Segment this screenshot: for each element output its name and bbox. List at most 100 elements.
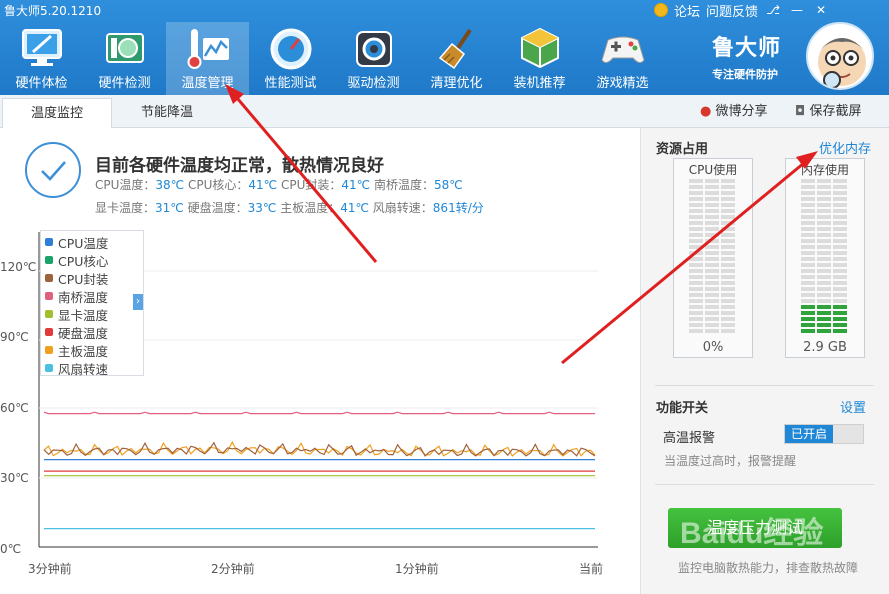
- cpu-package-value: 41℃: [341, 178, 371, 192]
- meter-segment: [689, 323, 703, 327]
- cpu-core-value: 41℃: [248, 178, 278, 192]
- legend-swatch: [45, 328, 53, 336]
- meter-segment: [705, 323, 719, 327]
- nav-performance[interactable]: 性能测试: [249, 22, 332, 95]
- legend-item[interactable]: 主板温度: [45, 341, 139, 359]
- cpu-core-label: CPU核心：: [187, 178, 249, 192]
- meter-segment: [833, 323, 847, 327]
- stress-test-desc: 监控电脑散热能力，排查散热故障: [678, 561, 859, 575]
- nav-cleanup[interactable]: 清理优化: [415, 22, 498, 95]
- nav-build-recommend[interactable]: 装机推荐: [498, 22, 581, 95]
- meter-segment: [689, 203, 703, 207]
- cpu-temp-label: CPU温度：: [95, 178, 156, 192]
- meter-segment: [817, 323, 831, 327]
- legend-swatch: [45, 238, 53, 246]
- legend-item[interactable]: CPU温度: [45, 233, 139, 251]
- nav-label: 驱动检测: [347, 76, 400, 91]
- top-bar: 鲁大师5.20.1210 论坛 问题反馈 ⎇ — ✕ 硬件体检 硬件检测 温度管…: [0, 0, 889, 95]
- minimize-button[interactable]: —: [788, 3, 806, 17]
- legend-item[interactable]: 显卡温度: [45, 305, 139, 323]
- series-line: [43, 440, 596, 457]
- meter-segment: [817, 179, 831, 183]
- meter-segment: [833, 239, 847, 243]
- meter-segment: [705, 257, 719, 261]
- meter-segment: [833, 197, 847, 201]
- nav-games[interactable]: 游戏精选: [581, 22, 664, 95]
- avatar[interactable]: [806, 22, 874, 90]
- meter-segment: [721, 299, 735, 303]
- legend-item[interactable]: 硬盘温度: [45, 323, 139, 341]
- board-temp-value: 41℃: [340, 201, 369, 215]
- temps-line-1: CPU温度：38℃ CPU核心：41℃ CPU封装：41℃ 南桥温度：58℃: [95, 176, 463, 193]
- feedback-link[interactable]: 问题反馈: [706, 1, 758, 20]
- meter-segment: [801, 263, 815, 267]
- nav-hardware-checkup[interactable]: 硬件体检: [0, 22, 83, 95]
- meter-segment: [817, 209, 831, 213]
- meter-segment: [833, 251, 847, 255]
- meter-segment: [689, 287, 703, 291]
- legend-item[interactable]: CPU核心: [45, 251, 139, 269]
- gear-chip-icon: [351, 26, 397, 70]
- nav-hardware-detect[interactable]: 硬件检测: [83, 22, 166, 95]
- nav-label: 硬件检测: [98, 76, 151, 91]
- meter-segment: [721, 323, 735, 327]
- save-screenshot-label: 保存截屏: [809, 104, 862, 119]
- meter-segment: [833, 227, 847, 231]
- meter-segment: [721, 239, 735, 243]
- meter-segment: [833, 233, 847, 237]
- tab-energy-saving[interactable]: 节能降温: [112, 98, 222, 128]
- check-icon: [25, 142, 81, 198]
- meter-segment: [721, 305, 735, 309]
- legend-item[interactable]: CPU封装: [45, 269, 139, 287]
- meter-segment: [689, 221, 703, 225]
- skin-button[interactable]: ⎇: [764, 3, 782, 17]
- legend-collapse-button[interactable]: ›: [133, 294, 143, 310]
- close-button[interactable]: ✕: [812, 3, 830, 17]
- meter-segment: [721, 329, 735, 333]
- meter-segment: [721, 275, 735, 279]
- forum-link[interactable]: 论坛: [674, 1, 700, 20]
- meter-segment: [801, 281, 815, 285]
- save-screenshot[interactable]: ◘ 保存截屏: [795, 95, 861, 128]
- high-temp-alarm-toggle[interactable]: 已开启: [784, 424, 864, 444]
- meter-segment: [833, 281, 847, 285]
- coin-icon[interactable]: [654, 3, 668, 17]
- meter-segment: [721, 185, 735, 189]
- meter-segment: [817, 329, 831, 333]
- nav-label: 装机推荐: [513, 76, 566, 91]
- settings-link[interactable]: 设置: [840, 397, 866, 416]
- legend-swatch: [45, 274, 53, 282]
- nav-driver[interactable]: 驱动检测: [332, 22, 415, 95]
- stress-test-button[interactable]: 温度压力测试: [668, 508, 842, 548]
- meter-segment: [817, 281, 831, 285]
- meter-segment: [801, 275, 815, 279]
- meter-segment: [721, 179, 735, 183]
- legend-item[interactable]: 南桥温度: [45, 287, 139, 305]
- cpu-temp-value: 38℃: [155, 178, 185, 192]
- cpu-usage-meter: CPU使用 0%: [673, 158, 753, 358]
- meter-segment: [689, 305, 703, 309]
- meter-segment: [705, 197, 719, 201]
- meter-segment: [721, 233, 735, 237]
- legend-label: 硬盘温度: [58, 325, 109, 341]
- legend-item[interactable]: 风扇转速: [45, 359, 139, 377]
- meter-segment: [689, 251, 703, 255]
- disk-temp-label: 硬盘温度：: [187, 201, 248, 215]
- meter-segment: [689, 245, 703, 249]
- meter-segment: [801, 299, 815, 303]
- tab-temp-monitor[interactable]: 温度监控: [2, 98, 112, 128]
- optimize-memory-link[interactable]: 优化内存: [819, 138, 871, 157]
- nav-label: 游戏精选: [596, 76, 649, 91]
- legend-label: 显卡温度: [58, 307, 109, 323]
- meter-segment: [801, 305, 815, 309]
- series-line: [43, 411, 595, 415]
- meter-segment: [689, 269, 703, 273]
- x-tick-label: 当前: [579, 562, 604, 576]
- weibo-share[interactable]: ● 微博分享: [700, 95, 768, 128]
- meter-segment: [801, 239, 815, 243]
- meter-segment: [721, 215, 735, 219]
- meter-segment: [705, 209, 719, 213]
- nav-temperature[interactable]: 温度管理: [166, 22, 249, 95]
- meter-segment: [689, 329, 703, 333]
- meter-segment: [705, 299, 719, 303]
